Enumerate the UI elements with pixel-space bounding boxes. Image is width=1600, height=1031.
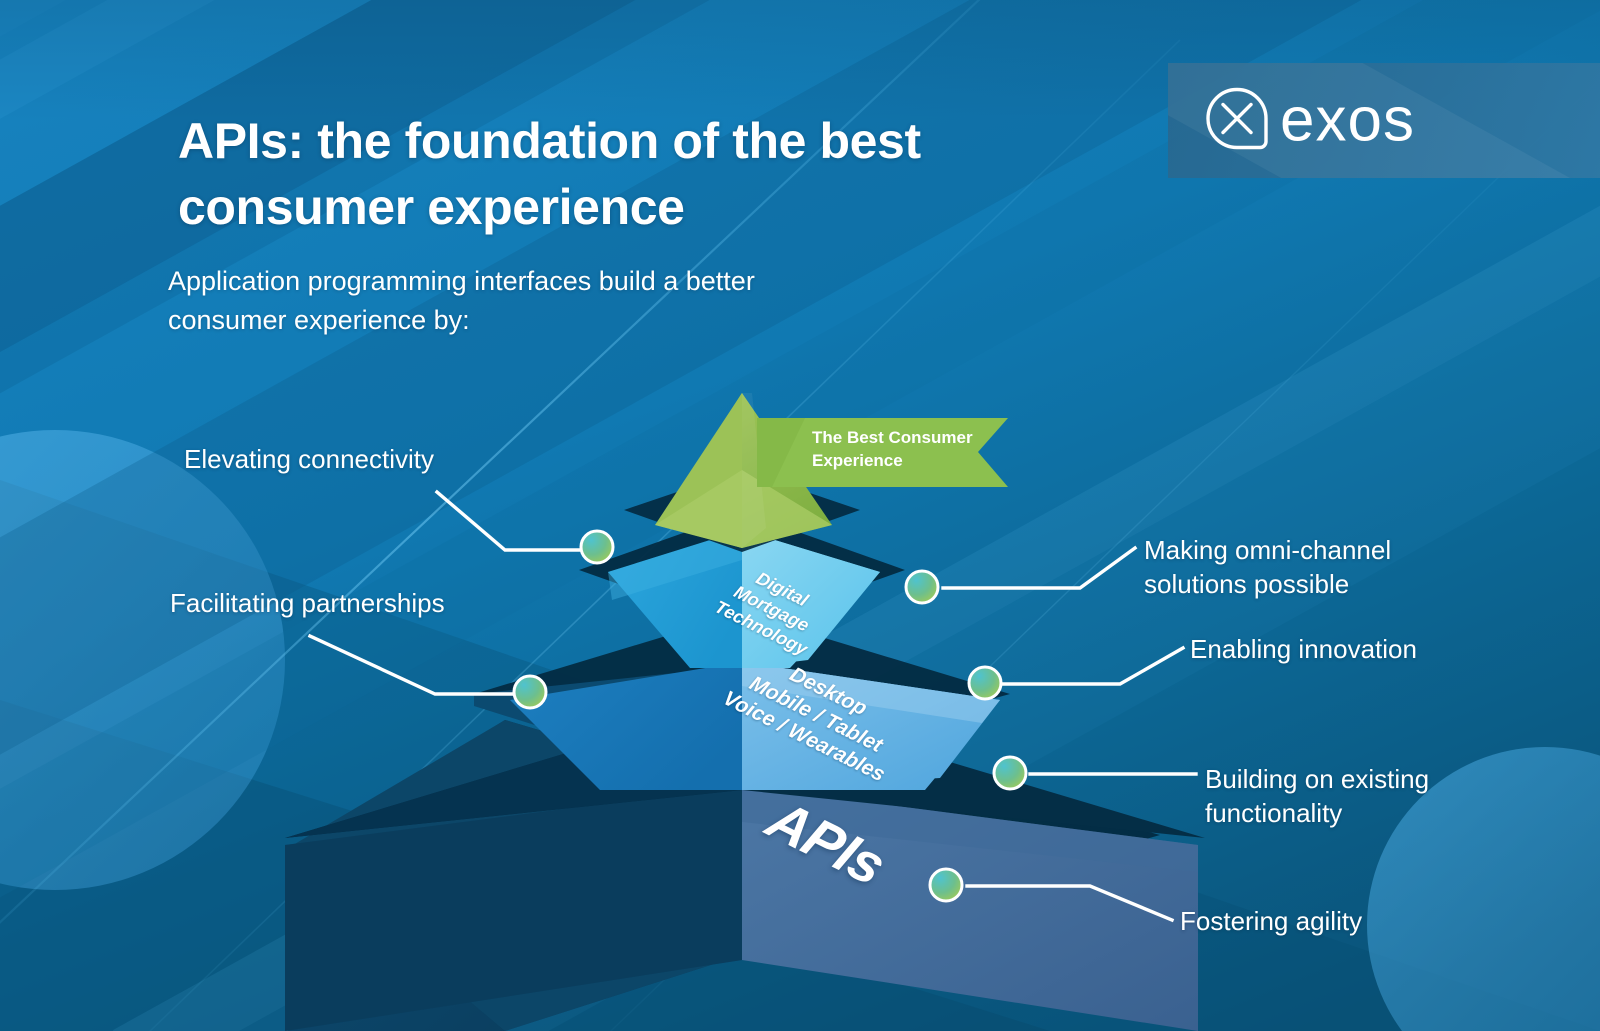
callout-label-elevating-connectivity: Elevating connectivity [184, 444, 435, 474]
page-title: APIs: the foundation of the best consume… [178, 113, 921, 235]
callout-marker-building-existing [992, 755, 1028, 791]
exos-logo[interactable]: exos [1168, 63, 1600, 178]
page-subtitle: Application programming interfaces build… [168, 266, 755, 336]
callout-marker-fostering-agility [928, 867, 964, 903]
callout-label-omni-channel: Making omni-channel solutions possible [1144, 535, 1392, 600]
infographic-canvas: APIs: the foundation of the best consume… [0, 0, 1600, 1031]
callout-label-facilitating-partnerships: Facilitating partnerships [170, 588, 445, 618]
callout-marker-facilitating-partnerships [512, 674, 548, 710]
logo-wordmark: exos [1280, 85, 1415, 155]
callout-label-fostering-agility: Fostering agility [1180, 906, 1363, 936]
callout-label-building-existing: Building on existing functionality [1205, 764, 1430, 829]
callout-label-enabling-innovation: Enabling innovation [1190, 634, 1417, 664]
callout-marker-elevating-connectivity [579, 529, 615, 565]
ribbon-label: The Best Consumer Experience [812, 428, 973, 470]
callout-marker-enabling-innovation [967, 665, 1003, 701]
circled-x-mark-icon [1196, 77, 1278, 164]
callout-marker-omni-channel [904, 569, 940, 605]
